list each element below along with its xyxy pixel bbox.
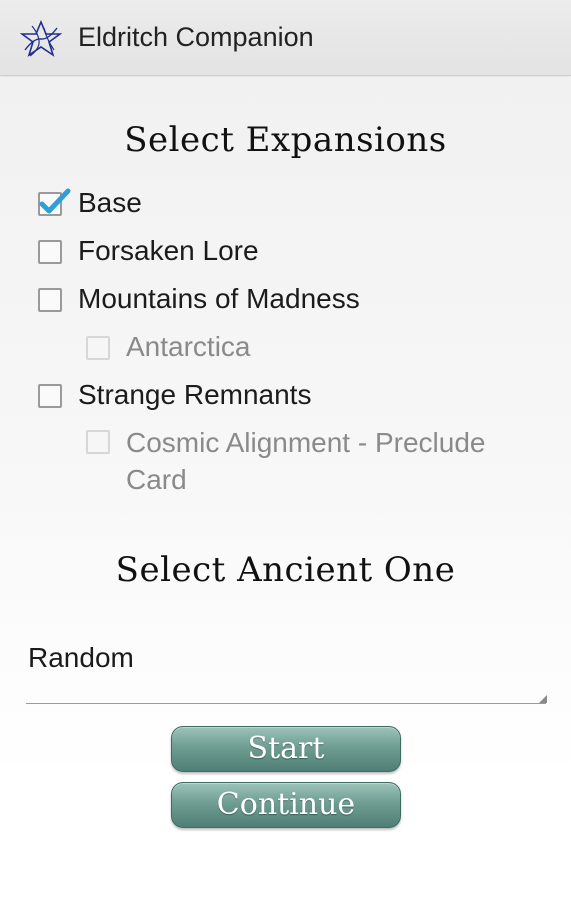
checkbox-label-strange-remnants: Strange Remnants (78, 379, 312, 410)
checkbox-cosmic-alignment (86, 430, 110, 454)
checkmark-icon (39, 188, 71, 214)
checkbox-forsaken-lore[interactable] (38, 240, 62, 264)
checkbox-strange-remnants[interactable] (38, 384, 62, 408)
checkbox-antarctica (86, 336, 110, 360)
app-title: Eldritch Companion (78, 22, 314, 52)
continue-button[interactable]: Continue (171, 782, 401, 828)
checkbox-label-cosmic-alignment: Cosmic Alignment - Preclude Card (126, 427, 486, 495)
checkbox-mountains-of-madness[interactable] (38, 288, 62, 312)
dropdown-corner-icon (539, 695, 547, 703)
start-button[interactable]: Start (171, 726, 401, 772)
ancient-one-spinner[interactable]: Random (26, 632, 547, 704)
checkbox-base[interactable] (38, 188, 71, 216)
checkbox-label-antarctica: Antarctica (126, 331, 251, 362)
elder-sign-icon (20, 20, 62, 57)
checkbox-label-mountains-of-madness: Mountains of Madness (78, 283, 360, 314)
expansions-heading: Select Expansions (124, 120, 447, 160)
ancient-one-heading: Select Ancient One (115, 550, 456, 590)
checkbox-label-base: Base (78, 187, 142, 218)
ancient-one-selected: Random (28, 642, 134, 673)
checkbox-label-forsaken-lore: Forsaken Lore (78, 235, 259, 266)
action-bar: Eldritch Companion (0, 0, 571, 76)
